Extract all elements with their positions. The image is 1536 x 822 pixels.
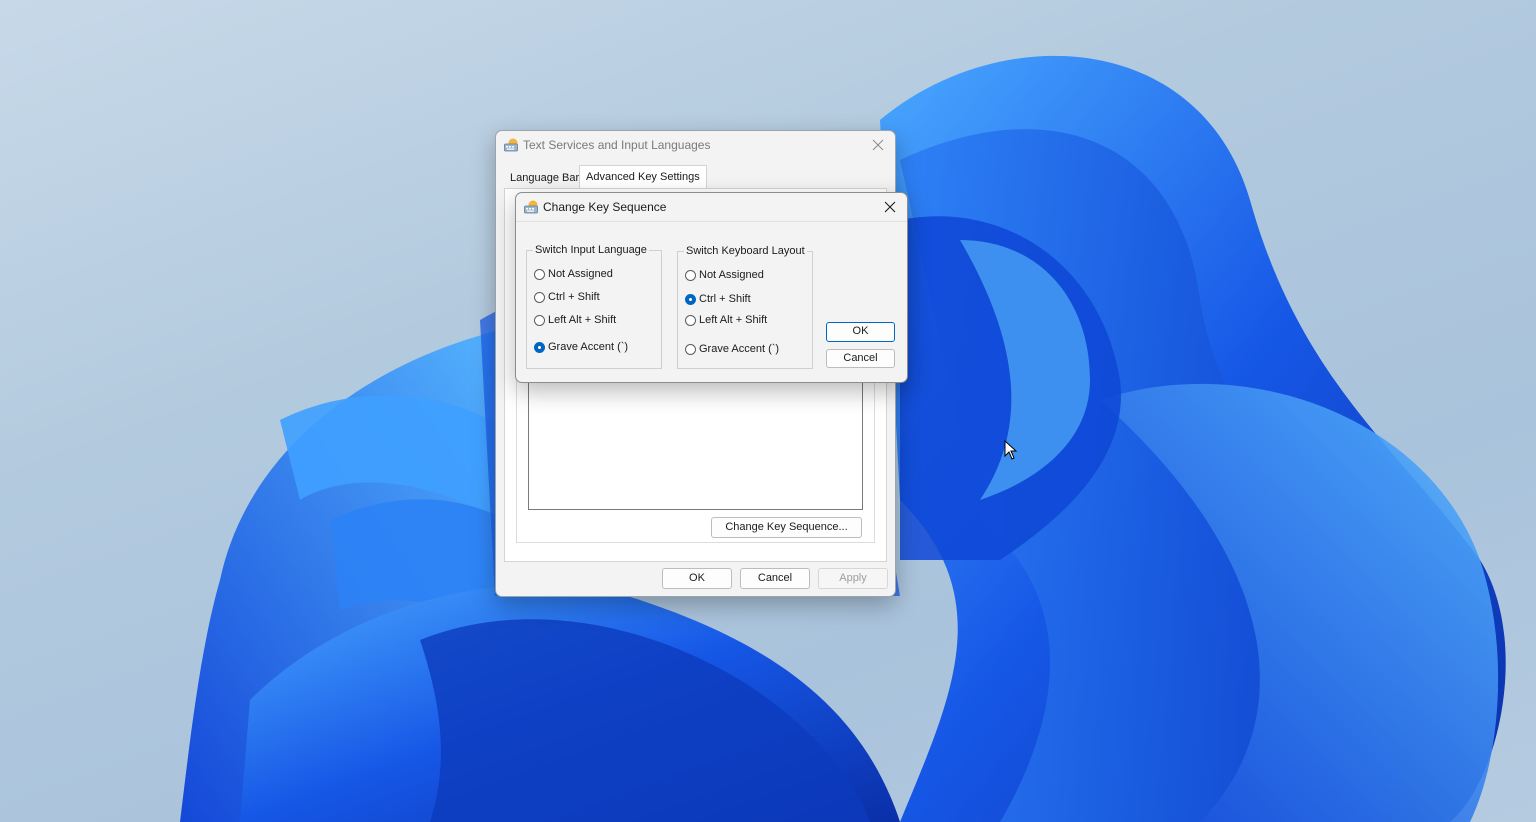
mouse-pointer-icon <box>1004 440 1018 460</box>
apply-button[interactable]: Apply <box>818 568 888 589</box>
radio-not-assigned[interactable]: Not Assigned <box>685 267 764 283</box>
group-legend: Switch Input Language <box>533 244 649 256</box>
title-bar[interactable]: Change Key Sequence <box>516 193 907 221</box>
radio-label: Ctrl + Shift <box>548 291 600 303</box>
radio-label: Not Assigned <box>699 269 764 281</box>
radio-label: Grave Accent (`) <box>548 341 629 353</box>
radio-icon <box>534 314 545 326</box>
title-bar[interactable]: Text Services and Input Languages <box>496 131 895 159</box>
radio-left-alt-shift[interactable]: Left Alt + Shift <box>685 312 767 328</box>
radio-label: Left Alt + Shift <box>548 314 617 326</box>
close-button[interactable] <box>873 193 907 221</box>
title-separator <box>516 221 907 222</box>
radio-label: Left Alt + Shift <box>699 314 768 326</box>
close-button[interactable] <box>861 131 895 159</box>
radio-label: Not Assigned <box>548 268 613 280</box>
dialog-title: Change Key Sequence <box>543 200 667 214</box>
ok-button[interactable]: OK <box>826 322 895 342</box>
radio-grave-accent[interactable]: Grave Accent (`) <box>534 339 628 355</box>
radio-icon <box>685 293 696 305</box>
cancel-button[interactable]: Cancel <box>826 349 895 368</box>
switch-keyboard-layout-group: Switch Keyboard Layout Not Assigned Ctrl… <box>677 245 813 369</box>
keyboard-icon <box>524 200 538 214</box>
radio-ctrl-shift[interactable]: Ctrl + Shift <box>534 289 600 305</box>
radio-label: Ctrl + Shift <box>699 293 751 305</box>
radio-label: Grave Accent (`) <box>699 343 780 355</box>
switch-input-language-group: Switch Input Language Not Assigned Ctrl … <box>526 244 662 369</box>
ok-button[interactable]: OK <box>662 568 732 589</box>
tab-language-bar[interactable]: Language Bar <box>504 168 585 188</box>
change-key-sequence-dialog: Change Key Sequence Switch Input Languag… <box>515 192 908 383</box>
cancel-button[interactable]: Cancel <box>740 568 810 589</box>
dialog-title: Text Services and Input Languages <box>523 138 711 152</box>
radio-icon <box>685 269 696 281</box>
group-legend: Switch Keyboard Layout <box>684 245 807 257</box>
radio-left-alt-shift[interactable]: Left Alt + Shift <box>534 312 616 328</box>
radio-icon <box>534 291 545 303</box>
change-key-sequence-button[interactable]: Change Key Sequence... <box>711 517 862 538</box>
radio-ctrl-shift[interactable]: Ctrl + Shift <box>685 291 751 307</box>
radio-grave-accent[interactable]: Grave Accent (`) <box>685 341 779 357</box>
radio-not-assigned[interactable]: Not Assigned <box>534 266 613 282</box>
tab-advanced-key-settings[interactable]: Advanced Key Settings <box>579 165 707 189</box>
keyboard-icon <box>504 138 518 152</box>
radio-icon <box>685 343 696 355</box>
radio-icon <box>534 268 545 280</box>
close-icon <box>884 201 896 213</box>
radio-icon <box>685 314 696 326</box>
radio-icon <box>534 341 545 353</box>
close-icon <box>872 139 884 151</box>
